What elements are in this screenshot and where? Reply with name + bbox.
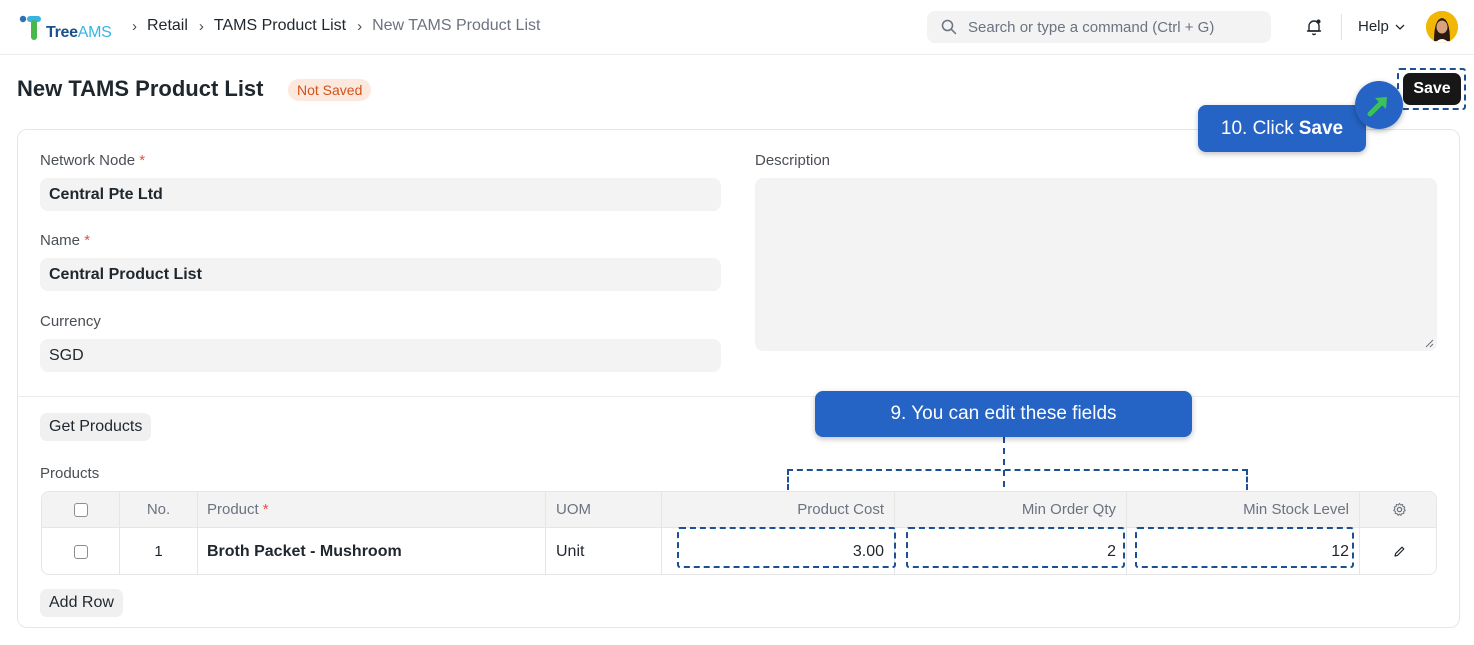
- products-section-label: Products: [40, 465, 100, 482]
- breadcrumb-item-current: New TAMS Product List: [372, 17, 541, 34]
- network-node-label: Network Node *: [40, 152, 145, 169]
- user-avatar-icon: [1426, 11, 1458, 43]
- name-label-text: Name: [40, 232, 81, 249]
- row-checkbox[interactable]: [73, 544, 88, 559]
- network-node-label-text: Network Node: [40, 152, 136, 169]
- currency-label: Currency: [40, 313, 101, 330]
- breadcrumb: › Retail › TAMS Product List › New TAMS …: [132, 17, 551, 35]
- min-stock-level-highlight: [1135, 527, 1354, 568]
- min-order-qty-highlight: [906, 527, 1125, 568]
- description-textarea[interactable]: [755, 178, 1437, 351]
- help-label: Help: [1358, 18, 1389, 35]
- gear-icon[interactable]: [1392, 502, 1407, 517]
- tour-callout-step-9: 9. You can edit these fields: [815, 391, 1192, 437]
- required-marker: *: [262, 501, 269, 518]
- required-marker: *: [139, 152, 146, 169]
- status-badge: Not Saved: [288, 79, 372, 101]
- user-avatar[interactable]: [1426, 11, 1458, 43]
- description-label: Description: [755, 152, 831, 169]
- top-navbar: Tree AMS › Retail › TAMS Product List › …: [0, 0, 1474, 55]
- search-bar[interactable]: [927, 11, 1271, 43]
- callout-connector: [1003, 437, 1005, 487]
- section-divider: [18, 396, 1459, 397]
- arrow-up-right-icon: [1367, 97, 1387, 117]
- breadcrumb-item-product-list[interactable]: TAMS Product List: [214, 17, 346, 35]
- row-no: 1: [120, 528, 198, 574]
- header-uom: UOM: [546, 492, 662, 527]
- required-marker: *: [84, 232, 91, 249]
- tour-pointer: [1355, 81, 1403, 129]
- tree-logo-icon: [19, 15, 41, 40]
- chevron-right-icon: ›: [132, 17, 137, 35]
- row-select-cell: [42, 528, 120, 574]
- logo-text-tree: Tree: [46, 24, 78, 41]
- help-dropdown[interactable]: Help: [1358, 18, 1405, 35]
- chevron-right-icon: ›: [357, 17, 363, 35]
- fields-bracket: [787, 469, 1248, 490]
- header-product: Product *: [198, 492, 546, 527]
- edit-pencil-icon[interactable]: [1393, 545, 1406, 558]
- select-all-cell: [42, 492, 120, 527]
- app-logo[interactable]: Tree AMS: [19, 12, 112, 42]
- get-products-button[interactable]: Get Products: [40, 413, 152, 441]
- name-label: Name *: [40, 232, 90, 249]
- chevron-right-icon: ›: [198, 17, 204, 35]
- table-header: No. Product * UOM Product Cost Min Order…: [42, 492, 1436, 528]
- page-title: New TAMS Product List: [17, 76, 264, 101]
- notification-bell-icon[interactable]: [1304, 17, 1324, 37]
- network-node-field[interactable]: Central Pte Ltd: [40, 178, 721, 211]
- header-product-cost: Product Cost: [662, 492, 895, 527]
- resize-grip-icon[interactable]: [1425, 339, 1434, 348]
- product-cost-highlight: [677, 527, 896, 568]
- tour-step-10-bold: Save: [1298, 117, 1344, 139]
- add-row-button[interactable]: Add Row: [40, 589, 123, 617]
- header-product-text: Product: [207, 501, 259, 518]
- select-all-checkbox[interactable]: [73, 502, 88, 517]
- breadcrumb-item-retail[interactable]: Retail: [147, 17, 188, 35]
- name-field[interactable]: Central Product List: [40, 258, 721, 291]
- header-min-stock-level: Min Stock Level: [1127, 492, 1360, 527]
- row-uom[interactable]: Unit: [546, 528, 662, 574]
- tour-callout-step-10: 10. Click Save: [1198, 105, 1366, 152]
- header-min-order-qty: Min Order Qty: [895, 492, 1127, 527]
- save-button[interactable]: Save: [1403, 73, 1461, 105]
- row-edit-cell: [1360, 528, 1436, 574]
- navbar-divider: [1341, 14, 1342, 40]
- currency-field[interactable]: SGD: [40, 339, 721, 372]
- column-settings-cell: [1360, 492, 1436, 527]
- search-input[interactable]: [968, 18, 1258, 36]
- tour-step-10-text: 10. Click: [1220, 117, 1294, 139]
- logo-text-ams: AMS: [77, 24, 112, 41]
- search-icon: [941, 19, 957, 35]
- header-no: No.: [120, 492, 198, 527]
- row-product[interactable]: Broth Packet - Mushroom: [198, 528, 546, 574]
- chevron-down-icon: [1395, 24, 1405, 30]
